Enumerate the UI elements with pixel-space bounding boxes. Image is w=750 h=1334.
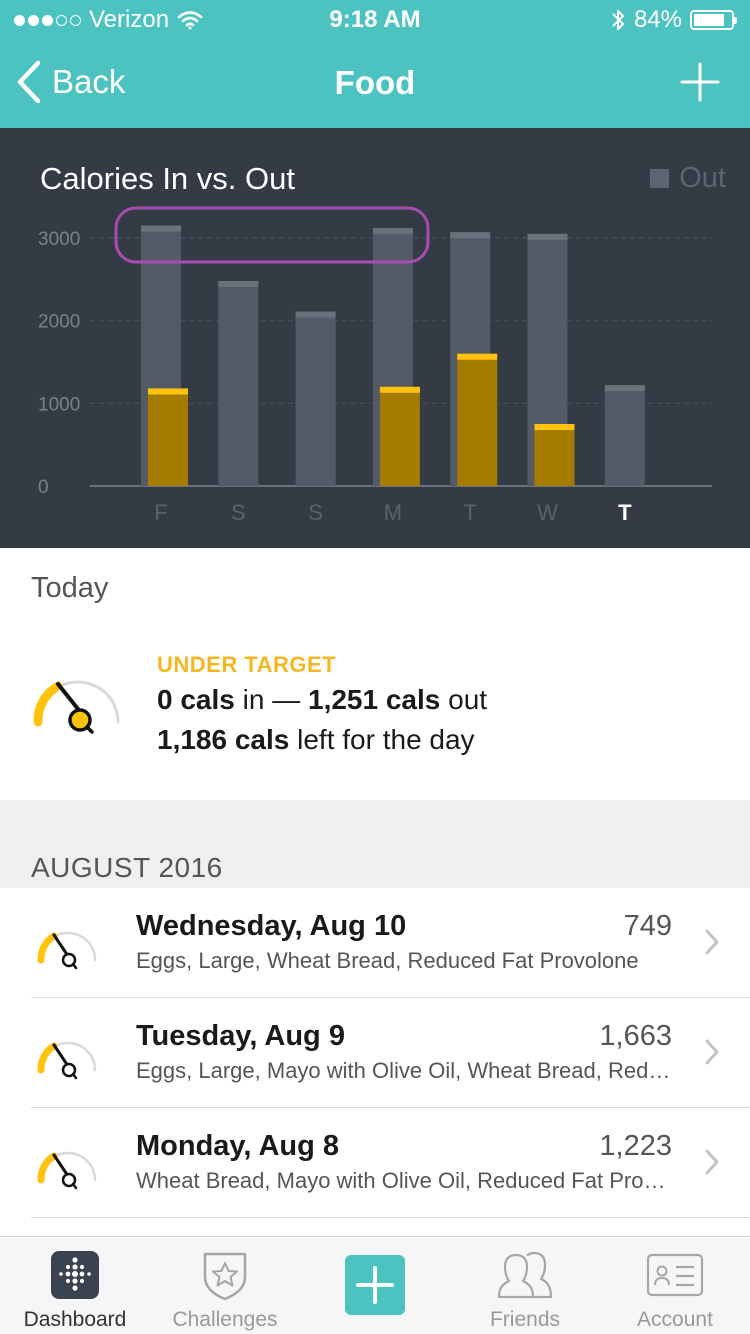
friends-icon [497, 1251, 553, 1299]
battery-level [694, 14, 725, 26]
calorie-gauge-icon [37, 1041, 97, 1080]
page-title: Food [334, 64, 416, 101]
bar-in-cap [534, 424, 575, 430]
day-title: Monday, Aug 8 [136, 1130, 339, 1162]
calories-left-suffix: left for the day [297, 724, 475, 755]
bar-out-cap [295, 311, 336, 318]
status-right: 84% [610, 6, 737, 34]
bar-in [457, 353, 498, 486]
legend-label-out: Out [679, 162, 726, 194]
calorie-gauge-icon [37, 1151, 97, 1190]
x-tick-label: M [384, 500, 402, 525]
bar-out-cap [141, 225, 181, 232]
bar-in [534, 424, 575, 486]
chart-legend: Out [650, 162, 726, 195]
x-tick-label: W [537, 500, 558, 525]
target-status: UNDER TARGET [157, 652, 337, 677]
calorie-gauge-icon [33, 680, 120, 734]
day-title: Wednesday, Aug 10 [136, 910, 407, 942]
calories-left-value: 1,186 cals [157, 724, 290, 755]
tab-label: Friends [489, 1308, 561, 1331]
bar-in [379, 386, 420, 486]
bar-out-cap [218, 280, 259, 287]
calories-in-out: 0 cals in — 1,251 cals out [157, 684, 487, 716]
bar-out-cap [604, 385, 645, 392]
challenges-icon [203, 1252, 247, 1301]
x-tick-label: S [308, 500, 323, 525]
tab-bar: Dashboard Challenges Friends Account [0, 1236, 750, 1334]
chevron-right-icon [705, 1039, 719, 1065]
y-tick-label: 3000 [38, 229, 80, 250]
bar-in [148, 388, 188, 486]
calories-chart[interactable]: 0 1000 2000 3000 F S S M T W T Calories In vs. Out… [0, 128, 750, 548]
calories-out-word: out [448, 684, 488, 715]
day-foods: Eggs, Large, Mayo with Olive Oil, Wheat … [136, 1058, 672, 1083]
bar-out [604, 385, 645, 486]
calories-left: 1,186 cals left for the day [157, 724, 475, 756]
x-tick-label: T [618, 500, 632, 525]
bar-out [295, 311, 336, 486]
bar-in-cap [457, 353, 498, 360]
list-item[interactable]: Tuesday, Aug 9 1,663 Eggs, Large, Mayo w… [0, 998, 750, 1108]
chevron-right-icon [705, 1149, 719, 1175]
day-calories: 749 [623, 910, 672, 942]
y-tick-label: 0 [38, 477, 49, 498]
day-calories: 1,223 [599, 1130, 672, 1162]
month-header: AUGUST 2016 [31, 852, 223, 883]
x-tick-label: F [154, 500, 167, 525]
bar-in-cap [379, 386, 420, 393]
day-title: Tuesday, Aug 9 [136, 1020, 345, 1052]
navigation-bar: Back Food [0, 40, 750, 128]
tab-friends[interactable]: Friends [450, 1237, 600, 1334]
bar-out-cap [450, 232, 491, 239]
day-list: Wednesday, Aug 10 749 Eggs, Large, Wheat… [0, 888, 750, 1218]
x-tick-label: S [231, 500, 246, 525]
bar-in-cap [148, 388, 188, 395]
calorie-gauge-icon [37, 931, 97, 970]
day-foods: Eggs, Large, Wheat Bread, Reduced Fat Pr… [136, 948, 639, 973]
chevron-right-icon [705, 929, 719, 955]
bar-out [218, 280, 259, 486]
bar-out-cap [372, 228, 413, 235]
tab-add[interactable] [300, 1237, 450, 1334]
today-summary[interactable]: Today UNDER TARGET 0 cals in — 1,251 cal… [0, 548, 750, 800]
battery-percent: 84% [633, 6, 682, 33]
list-item[interactable]: Wednesday, Aug 10 749 Eggs, Large, Wheat… [0, 888, 750, 998]
chart-title: Calories In vs. Out [40, 161, 295, 196]
calories-in-value: 0 cals [157, 684, 235, 715]
calories-in-word: in — [242, 684, 301, 715]
bluetooth-icon [612, 10, 624, 30]
tab-account[interactable]: Account [600, 1237, 750, 1334]
dashboard-icon [51, 1251, 99, 1299]
status-bar: Verizon 9:18 AM 84% [0, 0, 750, 40]
legend-swatch-out [650, 169, 670, 188]
calories-out-value: 1,251 cals [308, 684, 441, 715]
account-icon [646, 1253, 704, 1297]
battery-icon [690, 10, 737, 30]
day-calories: 1,663 [599, 1020, 672, 1052]
y-tick-label: 1000 [38, 394, 80, 415]
bar-out-cap [527, 233, 568, 240]
add-icon[interactable] [680, 62, 720, 102]
y-tick-label: 2000 [38, 312, 80, 333]
tab-label: Challenges [172, 1308, 278, 1331]
list-item[interactable]: Monday, Aug 8 1,223 Wheat Bread, Mayo wi… [0, 1108, 750, 1218]
tab-label: Account [637, 1308, 713, 1331]
divider [31, 1217, 750, 1218]
tab-label: Dashboard [23, 1308, 127, 1331]
x-tick-label: T [463, 500, 476, 525]
tab-dashboard[interactable]: Dashboard [0, 1237, 150, 1334]
today-heading: Today [31, 572, 109, 604]
day-foods: Wheat Bread, Mayo with Olive Oil, Reduce… [136, 1168, 672, 1193]
add-icon [345, 1255, 405, 1315]
tab-challenges[interactable]: Challenges [150, 1237, 300, 1334]
